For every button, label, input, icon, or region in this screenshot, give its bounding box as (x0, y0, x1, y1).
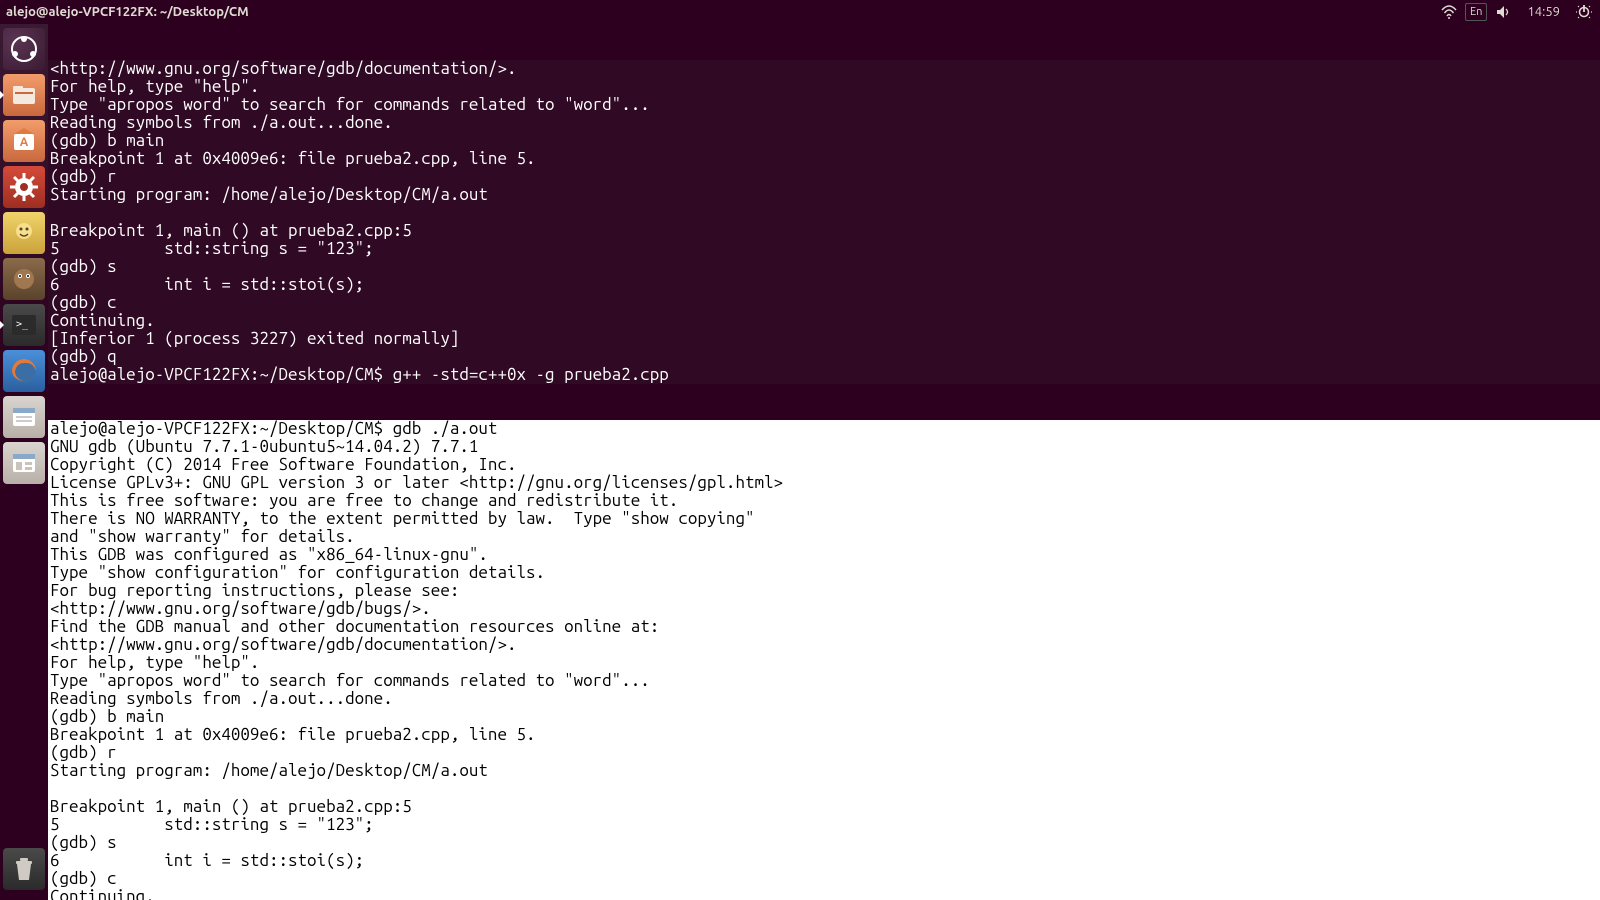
terminal-output[interactable]: <http://www.gnu.org/software/gdb/documen… (48, 24, 1600, 900)
clock[interactable]: 14:59 (1519, 5, 1568, 19)
app3-icon[interactable] (3, 396, 45, 438)
software-center-icon[interactable]: A (3, 120, 45, 162)
launcher: A >_ (0, 24, 48, 900)
window-title: alejo@alejo-VPCF122FX: ~/Desktop/CM (0, 5, 249, 19)
settings-icon[interactable] (3, 166, 45, 208)
sound-icon[interactable] (1487, 4, 1519, 20)
svg-text:>_: >_ (16, 319, 29, 330)
session-icon[interactable] (1568, 4, 1600, 20)
app4-icon[interactable] (3, 442, 45, 484)
firefox-icon[interactable] (3, 350, 45, 392)
terminal-window[interactable]: <http://www.gnu.org/software/gdb/documen… (48, 24, 1600, 900)
app1-icon[interactable] (3, 212, 45, 254)
dash-icon[interactable] (3, 28, 45, 70)
network-icon[interactable] (1433, 4, 1465, 20)
app2-icon[interactable] (3, 258, 45, 300)
trash-icon[interactable] (3, 848, 45, 890)
svg-text:A: A (20, 136, 29, 149)
keyboard-indicator[interactable]: En (1465, 3, 1487, 21)
files-icon[interactable] (3, 74, 45, 116)
top-panel: alejo@alejo-VPCF122FX: ~/Desktop/CM En 1… (0, 0, 1600, 24)
terminal-icon[interactable]: >_ (3, 304, 45, 346)
